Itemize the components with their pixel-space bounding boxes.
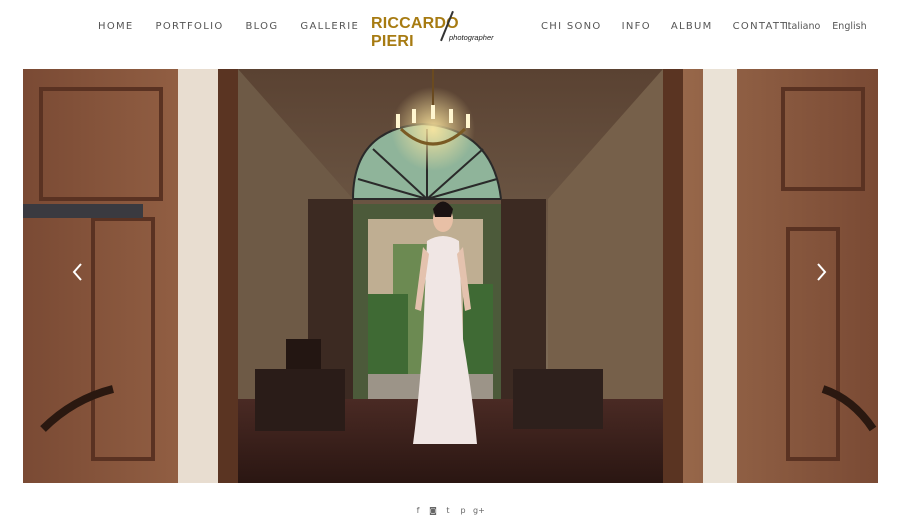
nav-info[interactable]: INFO: [622, 21, 651, 32]
pinterest-icon[interactable]: p: [458, 506, 468, 516]
chevron-right-icon: [813, 260, 829, 284]
language-switcher: Italiano English: [785, 21, 867, 32]
facebook-icon[interactable]: f: [413, 506, 423, 516]
instagram-icon[interactable]: ◙: [428, 506, 438, 516]
chevron-left-icon: [70, 260, 86, 284]
header: HOME PORTFOLIO BLOG GALLERIE RICCARDO PI…: [0, 0, 900, 56]
main-nav-left: HOME PORTFOLIO BLOG GALLERIE: [98, 21, 381, 32]
nav-album[interactable]: ALBUM: [671, 21, 713, 32]
nav-portfolio[interactable]: PORTFOLIO: [156, 21, 224, 32]
main-nav-right: CHI SONO INFO ALBUM CONTATTI: [541, 21, 812, 32]
nav-contatti[interactable]: CONTATTI: [733, 21, 792, 32]
twitter-icon[interactable]: t: [443, 506, 453, 516]
nav-blog[interactable]: BLOG: [246, 21, 279, 32]
site-logo[interactable]: RICCARDO PIERI photographer: [371, 10, 499, 50]
hero-slider-image: [23, 69, 878, 483]
social-links: f ◙ t p g+: [413, 506, 485, 516]
nav-chi-sono[interactable]: CHI SONO: [541, 21, 602, 32]
slider-next-button[interactable]: [813, 260, 829, 284]
slider-prev-button[interactable]: [70, 260, 86, 284]
nav-home[interactable]: HOME: [98, 21, 134, 32]
logo-tagline: photographer: [449, 33, 494, 42]
bride-corridor-photo: [23, 69, 878, 483]
lang-english[interactable]: English: [832, 21, 866, 32]
lang-italiano[interactable]: Italiano: [785, 21, 820, 32]
nav-gallerie[interactable]: GALLERIE: [300, 21, 359, 32]
google-plus-icon[interactable]: g+: [473, 506, 485, 516]
